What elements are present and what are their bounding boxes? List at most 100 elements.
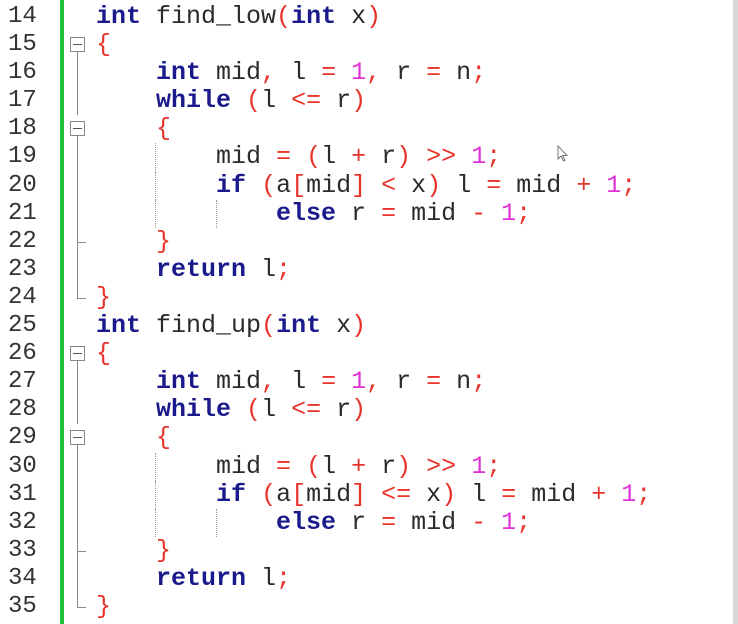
operator-token: } (96, 282, 112, 312)
identifier-token (411, 142, 426, 171)
fold-toggle-icon[interactable] (66, 31, 90, 60)
code-line[interactable]: 31 if (a[mid] <= x) l = mid + 1; (0, 479, 733, 509)
operator-token: { (156, 423, 172, 453)
code-text: else r = mid - 1; (96, 198, 531, 228)
identifier-token: r (336, 198, 382, 228)
operator-token: ; (636, 479, 652, 509)
identifier-token: r (366, 451, 397, 481)
fold-toggle-icon[interactable] (66, 115, 90, 144)
operator-token: } (156, 535, 172, 565)
identifier-token (96, 395, 156, 424)
fold-line (66, 171, 90, 200)
operator-token: + (351, 142, 367, 172)
code-line[interactable]: 24} (0, 282, 733, 312)
identifier-token (96, 227, 156, 256)
identifier-token: n (441, 367, 472, 397)
line-number: 15 (8, 31, 37, 59)
editor-border (733, 0, 738, 624)
identifier-token: a (276, 479, 292, 509)
identifier-token: r (336, 507, 382, 537)
line-number: 16 (8, 59, 37, 87)
code-text: if (a[mid] < x) l = mid + 1; (96, 170, 636, 200)
operator-token: - (471, 507, 487, 537)
code-text: while (l <= r) (96, 396, 366, 424)
identifier-token: mid (516, 479, 592, 509)
identifier-token (456, 452, 471, 481)
code-line[interactable]: 20 if (a[mid] < x) l = mid + 1; (0, 170, 733, 200)
operator-token: { (156, 114, 172, 144)
operator-token: + (576, 170, 592, 200)
fold-line (66, 592, 90, 621)
operator-token: ; (486, 142, 502, 172)
fold-toggle-icon[interactable] (66, 340, 90, 369)
operator-token: } (96, 591, 112, 621)
identifier-token: find_low (141, 2, 277, 31)
identifier-token: r (381, 58, 427, 88)
identifier-token (336, 58, 351, 87)
operator-token: [ (291, 170, 307, 200)
operator-token: ) (426, 170, 442, 200)
identifier-token: l (456, 479, 502, 509)
code-line[interactable]: 16 int mid, l = 1, r = n; (0, 59, 733, 88)
line-number: 27 (8, 368, 37, 396)
number-token: 1 (351, 367, 367, 397)
code-text: return l; (96, 564, 291, 593)
operator-token: ) (396, 451, 412, 481)
fold-line (66, 480, 90, 509)
line-number: 24 (8, 283, 37, 311)
identifier-token: r (321, 86, 352, 116)
fold-toggle-icon[interactable] (66, 424, 90, 453)
operator-token: [ (291, 479, 307, 509)
code-line[interactable]: 19 mid = (l + r) >> 1; (0, 142, 733, 172)
identifier-token (96, 171, 216, 200)
line-number: 25 (8, 312, 37, 340)
fold-line (66, 396, 90, 425)
code-line[interactable]: 14 int find_low(int x) (0, 2, 733, 31)
identifier-token: mid (201, 367, 262, 397)
code-line[interactable]: 22 } (0, 227, 733, 256)
code-line[interactable]: 21 else r = mid - 1; (0, 198, 733, 228)
code-line[interactable]: 34 return l; (0, 564, 733, 593)
operator-token: ) (441, 479, 457, 509)
code-line[interactable]: 29 { (0, 423, 733, 453)
code-line[interactable]: 28 while (l <= r) (0, 396, 733, 425)
code-line[interactable]: 33 } (0, 535, 733, 565)
code-text: } (96, 282, 112, 312)
identifier-token (291, 142, 306, 171)
keyword-token: if (216, 170, 247, 200)
code-text: int find_up(int x) (96, 311, 366, 341)
code-line[interactable]: 26 { (0, 340, 733, 369)
operator-token: , (366, 58, 382, 88)
code-line[interactable]: 32 else r = mid - 1; (0, 507, 733, 537)
code-line[interactable]: 25 int find_up(int x) (0, 311, 733, 341)
identifier-token (591, 171, 606, 200)
code-line[interactable]: 15 { (0, 31, 733, 60)
keyword-token: return (156, 254, 247, 284)
code-line[interactable]: 18 { (0, 114, 733, 144)
identifier-token: x (411, 479, 442, 509)
code-text: int mid, l = 1, r = n; (96, 59, 486, 87)
keyword-token: int (156, 58, 202, 88)
code-line[interactable]: 35} (0, 591, 733, 621)
identifier-token: x (321, 311, 352, 341)
operator-token: + (591, 479, 607, 509)
code-line[interactable]: 30 mid = (l + r) >> 1; (0, 451, 733, 481)
code-text: else r = mid - 1; (96, 507, 531, 537)
code-editor[interactable]: 14 int find_low(int x) 15{16 int mid, l = … (0, 2, 733, 621)
identifier-token: mid (96, 142, 277, 172)
identifier-token (231, 86, 246, 115)
code-line[interactable]: 27 int mid, l = 1, r = n; (0, 367, 733, 397)
identifier-token: l (246, 254, 277, 284)
identifier-token: mid (201, 58, 262, 88)
identifier-token (246, 480, 261, 509)
operator-token: ; (471, 367, 487, 397)
code-line[interactable]: 23 return l; (0, 254, 733, 284)
operator-token: >> (426, 451, 457, 481)
fold-line (66, 508, 90, 537)
identifier-token (96, 58, 156, 87)
code-line[interactable]: 17 while (l <= r) (0, 86, 733, 116)
keyword-token: if (216, 479, 247, 509)
keyword-token: int (276, 311, 322, 341)
operator-token: , (366, 367, 382, 397)
identifier-token: mid (396, 507, 472, 537)
